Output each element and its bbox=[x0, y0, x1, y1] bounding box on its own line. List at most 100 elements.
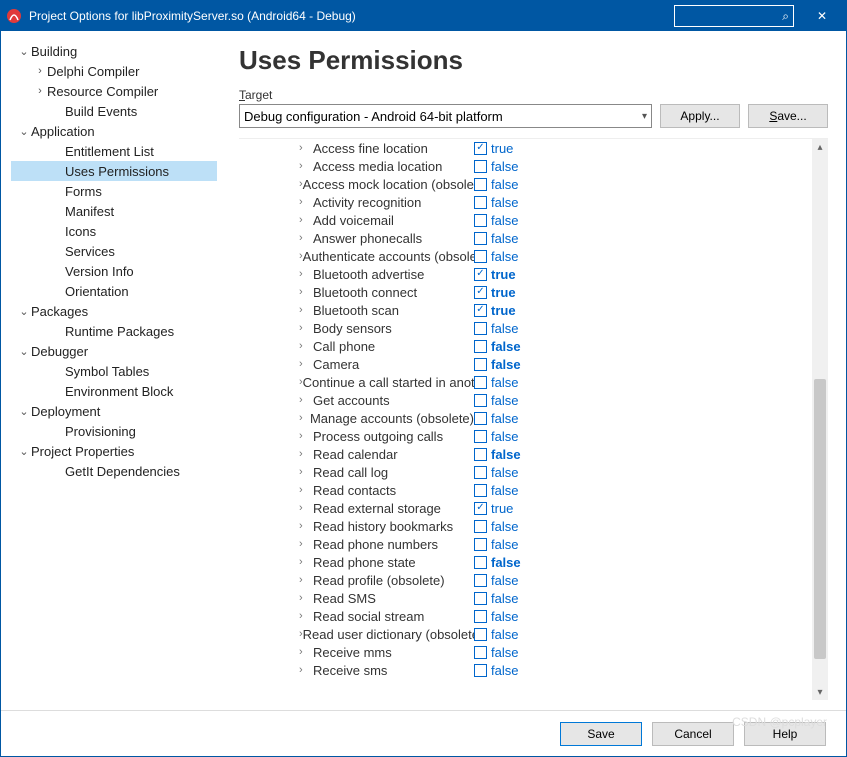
sidebar-item-runtime-packages[interactable]: Runtime Packages bbox=[11, 321, 217, 341]
permission-value-row[interactable]: false bbox=[474, 157, 812, 175]
checkbox[interactable] bbox=[474, 628, 487, 641]
permission-value-row[interactable]: ✓true bbox=[474, 139, 812, 157]
permission-name-row[interactable]: ›Receive sms bbox=[299, 661, 474, 679]
permission-name-row[interactable]: ›Body sensors bbox=[299, 319, 474, 337]
permission-value-row[interactable]: false bbox=[474, 571, 812, 589]
permission-name-row[interactable]: ›Read SMS bbox=[299, 589, 474, 607]
sidebar-item-build-events[interactable]: Build Events bbox=[11, 101, 217, 121]
checkbox[interactable] bbox=[474, 250, 487, 263]
permission-value-row[interactable]: ✓true bbox=[474, 265, 812, 283]
permission-name-row[interactable]: ›Call phone bbox=[299, 337, 474, 355]
checkbox[interactable]: ✓ bbox=[474, 268, 487, 281]
sidebar-item-environment-block[interactable]: Environment Block bbox=[11, 381, 217, 401]
permission-name-row[interactable]: ›Read history bookmarks bbox=[299, 517, 474, 535]
sidebar-item-resource-compiler[interactable]: ›Resource Compiler bbox=[11, 81, 217, 101]
checkbox[interactable] bbox=[474, 412, 487, 425]
cancel-button[interactable]: Cancel bbox=[652, 722, 734, 746]
checkbox[interactable] bbox=[474, 484, 487, 497]
permission-name-row[interactable]: ›Activity recognition bbox=[299, 193, 474, 211]
permission-value-row[interactable]: false bbox=[474, 229, 812, 247]
permission-name-row[interactable]: ›Bluetooth connect bbox=[299, 283, 474, 301]
help-button[interactable]: Help bbox=[744, 722, 826, 746]
permission-name-row[interactable]: ›Access media location bbox=[299, 157, 474, 175]
sidebar-item-provisioning[interactable]: Provisioning bbox=[11, 421, 217, 441]
checkbox[interactable] bbox=[474, 394, 487, 407]
permission-name-row[interactable]: ›Read social stream bbox=[299, 607, 474, 625]
sidebar-item-uses-permissions[interactable]: Uses Permissions bbox=[11, 161, 217, 181]
scroll-thumb[interactable] bbox=[814, 379, 826, 659]
permission-name-row[interactable]: ›Access fine location bbox=[299, 139, 474, 157]
close-button[interactable]: ✕ bbox=[802, 1, 842, 31]
permission-value-row[interactable]: false bbox=[474, 391, 812, 409]
permission-value-row[interactable]: false bbox=[474, 661, 812, 679]
permission-name-row[interactable]: ›Read phone state bbox=[299, 553, 474, 571]
permission-value-row[interactable]: false bbox=[474, 409, 812, 427]
target-dropdown[interactable]: Debug configuration - Android 64-bit pla… bbox=[239, 104, 652, 128]
sidebar-item-icons[interactable]: Icons bbox=[11, 221, 217, 241]
permission-name-row[interactable]: ›Read contacts bbox=[299, 481, 474, 499]
checkbox[interactable] bbox=[474, 448, 487, 461]
checkbox[interactable] bbox=[474, 664, 487, 677]
permission-name-row[interactable]: ›Read phone numbers bbox=[299, 535, 474, 553]
permission-value-row[interactable]: false bbox=[474, 553, 812, 571]
checkbox[interactable] bbox=[474, 556, 487, 569]
checkbox[interactable] bbox=[474, 196, 487, 209]
sidebar-item-debugger[interactable]: ⌄Debugger bbox=[11, 341, 217, 361]
save-button[interactable]: Save bbox=[560, 722, 642, 746]
checkbox[interactable] bbox=[474, 592, 487, 605]
sidebar-item-building[interactable]: ⌄Building bbox=[11, 41, 217, 61]
apply-button[interactable]: Apply... bbox=[660, 104, 740, 128]
save-options-button[interactable]: Save... bbox=[748, 104, 828, 128]
checkbox[interactable] bbox=[474, 646, 487, 659]
sidebar-item-project-properties[interactable]: ⌄Project Properties bbox=[11, 441, 217, 461]
checkbox[interactable] bbox=[474, 358, 487, 371]
checkbox[interactable] bbox=[474, 322, 487, 335]
permission-name-row[interactable]: ›Camera bbox=[299, 355, 474, 373]
checkbox[interactable] bbox=[474, 430, 487, 443]
checkbox[interactable] bbox=[474, 178, 487, 191]
permission-name-row[interactable]: ›Bluetooth advertise bbox=[299, 265, 474, 283]
sidebar-item-orientation[interactable]: Orientation bbox=[11, 281, 217, 301]
permission-value-row[interactable]: false bbox=[474, 463, 812, 481]
checkbox[interactable] bbox=[474, 520, 487, 533]
permission-name-row[interactable]: ›Read user dictionary (obsolete) bbox=[299, 625, 474, 643]
checkbox[interactable]: ✓ bbox=[474, 304, 487, 317]
permission-name-row[interactable]: ›Bluetooth scan bbox=[299, 301, 474, 319]
sidebar-item-manifest[interactable]: Manifest bbox=[11, 201, 217, 221]
permission-value-row[interactable]: false bbox=[474, 427, 812, 445]
scroll-down-icon[interactable]: ▾ bbox=[812, 684, 828, 700]
permission-value-row[interactable]: false bbox=[474, 175, 812, 193]
permission-value-row[interactable]: false bbox=[474, 481, 812, 499]
permission-name-row[interactable]: ›Receive mms bbox=[299, 643, 474, 661]
permission-value-row[interactable]: false bbox=[474, 517, 812, 535]
checkbox[interactable] bbox=[474, 466, 487, 479]
checkbox[interactable]: ✓ bbox=[474, 286, 487, 299]
permission-name-row[interactable]: ›Authenticate accounts (obsolete) bbox=[299, 247, 474, 265]
permission-value-row[interactable]: ✓true bbox=[474, 283, 812, 301]
permission-value-row[interactable]: false bbox=[474, 193, 812, 211]
sidebar-item-symbol-tables[interactable]: Symbol Tables bbox=[11, 361, 217, 381]
permission-name-row[interactable]: ›Read external storage bbox=[299, 499, 474, 517]
sidebar-item-entitlement-list[interactable]: Entitlement List bbox=[11, 141, 217, 161]
sidebar-item-forms[interactable]: Forms bbox=[11, 181, 217, 201]
permission-value-row[interactable]: false bbox=[474, 643, 812, 661]
checkbox[interactable] bbox=[474, 610, 487, 623]
permission-name-row[interactable]: ›Read call log bbox=[299, 463, 474, 481]
permission-value-row[interactable]: false bbox=[474, 589, 812, 607]
vertical-scrollbar[interactable]: ▴ ▾ bbox=[812, 139, 828, 700]
permission-value-row[interactable]: false bbox=[474, 337, 812, 355]
checkbox[interactable] bbox=[474, 538, 487, 551]
permission-value-row[interactable]: false bbox=[474, 625, 812, 643]
checkbox[interactable] bbox=[474, 232, 487, 245]
permission-value-row[interactable]: false bbox=[474, 355, 812, 373]
permission-value-row[interactable]: ✓true bbox=[474, 499, 812, 517]
search-input[interactable] bbox=[679, 9, 769, 23]
checkbox[interactable] bbox=[474, 340, 487, 353]
checkbox[interactable]: ✓ bbox=[474, 502, 487, 515]
checkbox[interactable] bbox=[474, 214, 487, 227]
permission-value-row[interactable]: false bbox=[474, 445, 812, 463]
scroll-up-icon[interactable]: ▴ bbox=[812, 139, 828, 155]
permission-name-row[interactable]: ›Answer phonecalls bbox=[299, 229, 474, 247]
sidebar-item-packages[interactable]: ⌄Packages bbox=[11, 301, 217, 321]
sidebar-item-deployment[interactable]: ⌄Deployment bbox=[11, 401, 217, 421]
